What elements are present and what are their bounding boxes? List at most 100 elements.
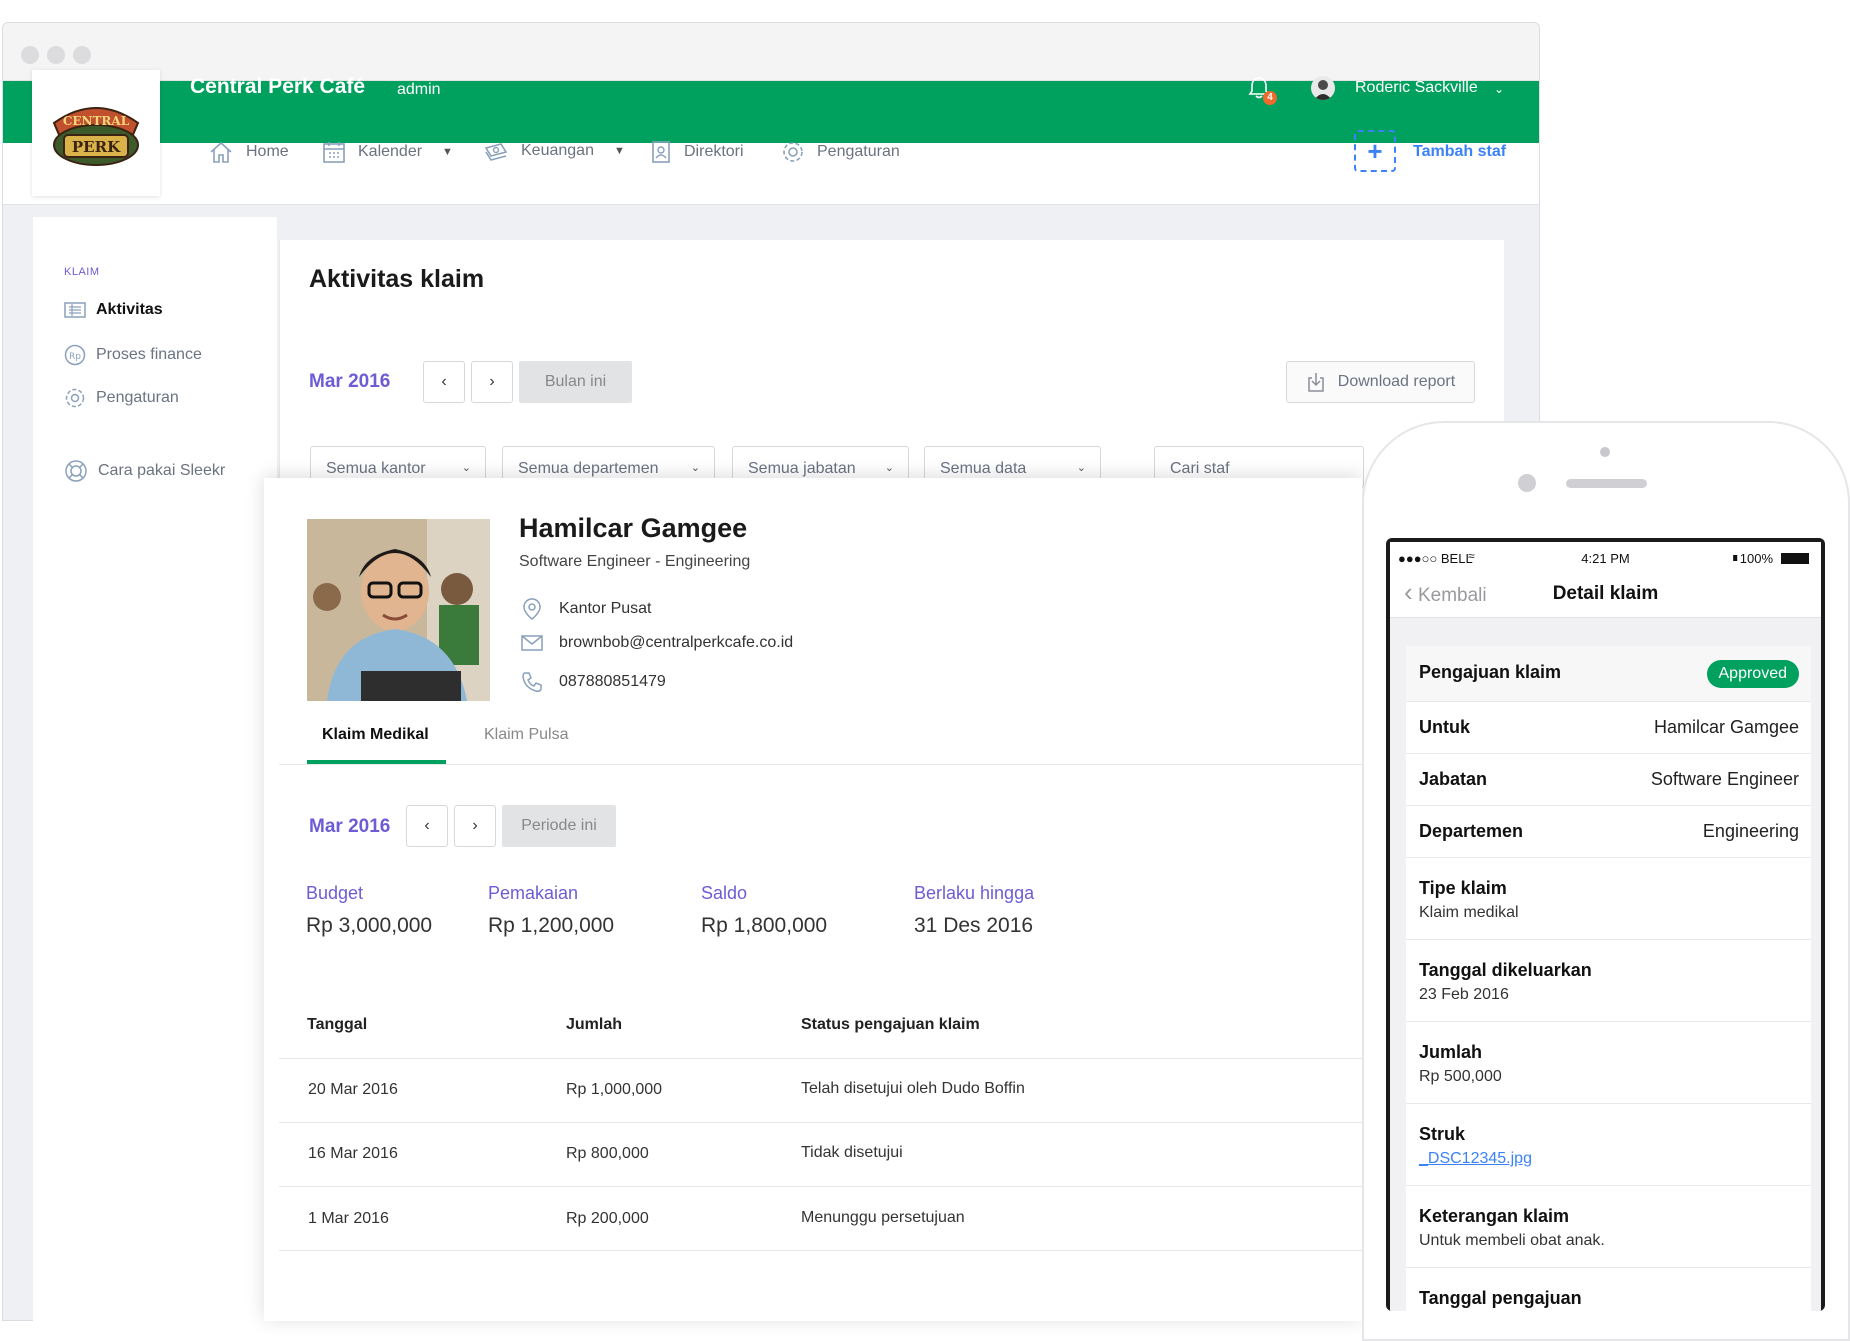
sidebar-item-help[interactable]: Cara pakai Sleekr [64,459,225,483]
employee-phone-value[interactable]: 087880851479 [559,673,666,691]
table-cell-date: 20 Mar 2016 [308,1081,398,1098]
chevron-down-icon: ⌄ [884,462,894,474]
stat-budget-value: Rp 3,000,000 [306,914,433,937]
employee-office-value: Kantor Pusat [559,600,652,617]
plus-icon: + [1367,135,1383,166]
sidebar-item-pengaturan[interactable]: Pengaturan [64,387,179,409]
detail-label: Keterangan klaim [1419,1206,1570,1226]
detail-row: Jabatan Software Engineer [1406,754,1811,806]
sidebar-item-label: Cara pakai Sleekr [98,462,226,479]
sidebar-section-title: KLAIM [64,266,100,278]
home-icon [210,141,232,163]
table-row-divider [279,1122,1362,1123]
employee-name: Hamilcar Gamgee [519,513,748,543]
window-minimize-dot[interactable] [47,46,65,64]
tab-klaim-pulsa[interactable]: Klaim Pulsa [484,726,568,744]
add-staff-button[interactable]: + [1354,130,1396,172]
user-role-label: admin [397,81,441,98]
tab-klaim-medikal[interactable]: Klaim Medikal [322,726,429,744]
detail-label: Tipe klaim [1419,878,1507,898]
caret-down-icon: ▼ [442,146,453,158]
tab-divider [279,764,1362,765]
window-close-dot[interactable] [21,46,39,64]
detail-value: Hamilcar Gamgee [1653,717,1799,737]
stat-balance-value: Rp 1,800,000 [701,914,828,937]
stat-valid-until-value: 31 Des 2016 [914,914,1034,937]
download-report-button[interactable]: Download report [1286,361,1475,403]
page-title: Aktivitas klaim [309,265,485,293]
chevron-down-icon[interactable]: ⌄ [1494,82,1504,96]
window-maximize-dot[interactable] [73,46,91,64]
download-icon [1308,373,1324,392]
notification-badge: 4 [1263,91,1277,105]
detail-value: Software Engineer [1650,769,1799,789]
filter-position-value: Semua jabatan [748,460,856,477]
gear-icon [65,388,85,408]
next-month-button[interactable]: › [471,361,513,403]
current-month-button[interactable]: Bulan ini [519,361,632,403]
nav-pengaturan-label: Pengaturan [817,143,900,160]
detail-row: Struk _DSC12345.jpg [1406,1104,1811,1186]
status-badge: Approved [1706,660,1799,688]
svg-text:CENTRAL: CENTRAL [63,114,130,128]
screen-title: Detail klaim [1552,583,1659,604]
detail-row: Untuk Hamilcar Gamgee [1406,702,1811,754]
company-logo[interactable]: CENTRAL PERK [32,70,160,196]
table-cell-date: 1 Mar 2016 [308,1210,389,1227]
employee-photo [307,519,490,701]
table-cell-amount: Rp 200,000 [566,1210,649,1227]
nav-home[interactable]: Home [208,140,289,164]
nav-pengaturan[interactable]: Pengaturan [781,140,900,164]
nav-direktori[interactable]: Direktori [650,140,744,164]
detail-row: Tipe klaim Klaim medikal [1406,858,1811,940]
month-label: Mar 2016 [309,371,391,392]
money-icon [484,143,508,161]
sidebar-item-label: Proses finance [96,346,202,363]
period-label: Mar 2016 [309,816,391,837]
table-header-date: Tanggal [307,1016,368,1033]
search-placeholder: Cari staf [1170,460,1230,477]
user-name[interactable]: Roderic Sackville [1355,79,1478,97]
sidebar-item-proses-finance[interactable]: Rp Proses finance [64,344,202,366]
mail-icon [521,635,543,651]
prev-period-button[interactable]: ‹ [406,805,448,847]
calendar-icon [323,142,345,163]
stat-balance-label: Saldo [701,883,748,903]
phone-screen: ●●●○○ BELL ≈ 4:21 PM ∎ 100% ‹ Kembali De… [1386,538,1825,1311]
user-photo-icon [1314,80,1332,100]
table-cell-amount: Rp 800,000 [566,1145,649,1162]
bluetooth-icon: ∎ [1731,550,1739,564]
nav-keuangan[interactable]: Keuangan ▼ [483,140,625,162]
caret-down-icon: ▼ [613,145,625,157]
employee-email-value[interactable]: brownbob@centralperkcafe.co.id [559,634,793,652]
detail-value: 23 Feb 2016 [1419,986,1509,1003]
download-report-label: Download report [1337,373,1456,390]
gear-icon [783,142,803,162]
employee-photo-image [307,519,490,701]
receipt-file-link[interactable]: _DSC12345.jpg [1419,1150,1532,1168]
current-period-button[interactable]: Periode ini [502,805,616,847]
location-pin-icon [523,598,541,620]
user-avatar[interactable] [1311,76,1335,100]
battery-icon [1781,553,1809,564]
finance-icon: Rp [64,344,86,366]
filter-office-value: Semua kantor [326,460,426,477]
employee-role: Software Engineer - Engineering [519,553,751,570]
table-header-amount: Jumlah [566,1016,623,1033]
chevron-left-icon: ‹ [441,373,447,390]
chevron-left-icon: ‹ [424,817,430,834]
phone-camera [1518,474,1536,492]
central-perk-logo-icon: CENTRAL PERK [52,107,140,166]
detail-label: Departemen [1419,821,1524,841]
employee-office: Kantor Pusat [521,597,652,621]
prev-month-button[interactable]: ‹ [423,361,465,403]
sidebar-item-aktivitas[interactable]: Aktivitas [64,301,163,319]
detail-value: Klaim medikal [1419,904,1519,921]
stat-usage-value: Rp 1,200,000 [488,914,615,937]
next-period-button[interactable]: › [454,805,496,847]
svg-text:PERK: PERK [72,138,121,156]
detail-row: Departemen Engineering [1406,806,1811,858]
phone-sensor [1600,447,1610,457]
nav-kalender[interactable]: Kalender ▼ [322,140,453,164]
add-staff-label[interactable]: Tambah staf [1413,143,1506,161]
